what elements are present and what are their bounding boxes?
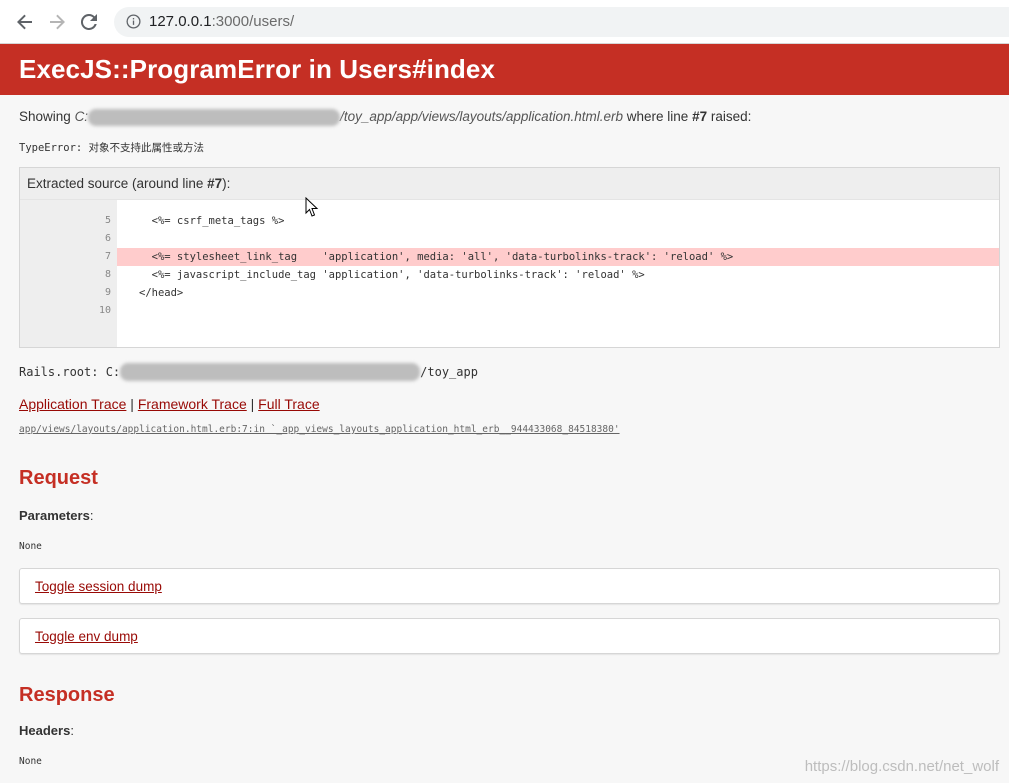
code-line: <%= javascript_include_tag 'application'… (139, 269, 645, 281)
source-code: 5 6 7 8 9 10 <%= csrf_meta_tags %> <%= s… (20, 199, 999, 347)
separator: | (130, 396, 134, 412)
forward-arrow-icon[interactable] (42, 7, 72, 37)
source-title-line: #7 (207, 176, 223, 191)
response-heading: Response (19, 684, 115, 706)
line-number: 6 (104, 233, 111, 244)
line-number: 7 (104, 251, 111, 262)
mouse-cursor-icon (305, 196, 319, 223)
parameters-value: None (19, 541, 42, 552)
redacted-path (88, 109, 341, 126)
source-title-suffix: ): (222, 176, 231, 191)
showing-prefix: Showing (19, 109, 71, 125)
rails-root: Rails.root: C: /toy_app (19, 363, 1000, 381)
type-error: TypeError: 对象不支持此属性或方法 (19, 142, 205, 154)
parameters-label-text: Parameters (19, 508, 90, 523)
code-line-highlighted: <%= stylesheet_link_tag 'application', m… (117, 248, 999, 266)
separator: | (250, 396, 255, 412)
code-lines: <%= csrf_meta_tags %> <%= stylesheet_lin… (117, 200, 999, 347)
main-content: Showing C: /toy_app/app/views/layouts/app… (0, 109, 1009, 767)
address-bar[interactable]: 127.0.0.1:3000/users/ (114, 6, 1009, 37)
line-numbers: 5 6 7 8 9 10 (20, 200, 117, 347)
line-number: 5 (104, 215, 111, 226)
toggle-env-dump-link[interactable]: Toggle env dump (35, 629, 138, 644)
back-arrow-icon[interactable] (10, 7, 40, 37)
showing-path-start: C: (74, 109, 89, 125)
showing-raised: raised: (710, 109, 752, 125)
env-dump-box: Toggle env dump (19, 618, 1000, 654)
showing-path-end: /toy_app/app/views/layouts/application.h… (340, 109, 623, 125)
error-header: ExecJS::ProgramError in Users#index (0, 44, 1009, 95)
session-dump-box: Toggle session dump (19, 568, 1000, 604)
headers-label: Headers: (19, 723, 74, 738)
line-number: 9 (104, 287, 111, 298)
error-title: ExecJS::ProgramError in Users#index (19, 54, 496, 84)
showing-where: where line (626, 109, 689, 125)
trace-links: Application Trace | Framework Trace | Fu… (19, 396, 1000, 412)
full-trace-link[interactable]: Full Trace (258, 396, 319, 412)
code-line: <%= csrf_meta_tags %> (139, 215, 285, 227)
source-title-prefix: Extracted source (around line (27, 176, 204, 191)
showing-line: Showing C: /toy_app/app/views/layouts/app… (19, 109, 1000, 126)
code-line: </head> (139, 287, 184, 299)
redacted-root (120, 363, 421, 381)
line-number: 8 (104, 269, 111, 280)
parameters-label: Parameters: (19, 508, 94, 523)
framework-trace-link[interactable]: Framework Trace (138, 396, 247, 412)
browser-toolbar: 127.0.0.1:3000/users/ (0, 0, 1009, 44)
headers-label-text: Headers (19, 723, 71, 738)
info-icon[interactable] (126, 14, 141, 29)
toggle-session-dump-link[interactable]: Toggle session dump (35, 579, 162, 594)
application-trace-link[interactable]: Application Trace (19, 396, 126, 412)
extracted-source: Extracted source (around line #7): 5 6 7… (19, 167, 1000, 348)
showing-line-number: #7 (692, 109, 708, 125)
trace-frame-link[interactable]: app/views/layouts/application.html.erb:7… (19, 424, 1000, 435)
reload-icon[interactable] (74, 7, 104, 37)
rails-root-prefix: Rails.root: C: (19, 365, 121, 379)
source-title: Extracted source (around line #7): (20, 168, 999, 199)
url-host: 127.0.0.1 (149, 13, 212, 30)
request-heading: Request (19, 467, 98, 489)
rails-root-suffix: /toy_app (420, 365, 478, 379)
watermark: https://blog.csdn.net/net_wolf (804, 758, 999, 775)
line-number: 10 (98, 305, 111, 316)
url-path: :3000/users/ (211, 13, 295, 30)
